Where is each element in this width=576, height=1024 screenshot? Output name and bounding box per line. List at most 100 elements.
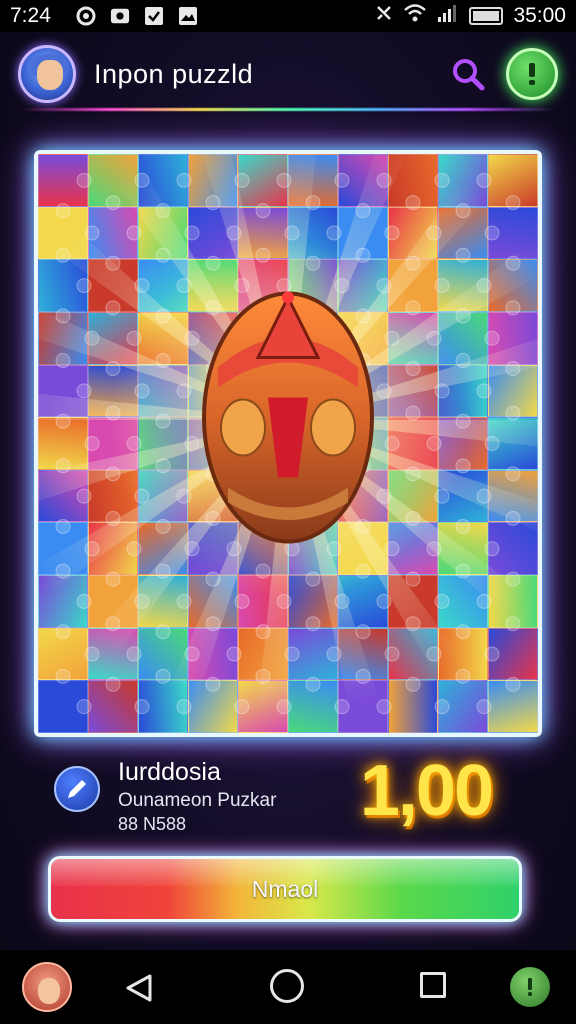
puzzle-knob [255, 563, 271, 579]
action-button[interactable]: Nmaol [48, 856, 522, 922]
puzzle-knob [55, 247, 71, 263]
puzzle-knob [426, 646, 442, 662]
puzzle-knob [405, 405, 421, 421]
puzzle-knob [305, 255, 321, 271]
puzzle-knob [176, 172, 192, 188]
puzzle-knob [505, 571, 521, 587]
puzzle-knob [455, 563, 471, 579]
puzzle-knob [505, 300, 521, 316]
recent-apps-icon[interactable] [420, 972, 446, 998]
puzzle-knob [55, 413, 71, 429]
puzzle-knob [434, 488, 450, 504]
puzzle-knob [155, 624, 171, 640]
puzzle-knob [105, 571, 121, 587]
puzzle-board[interactable] [34, 150, 542, 737]
puzzle-knob [355, 563, 371, 579]
puzzle-knob [426, 330, 442, 346]
status-time: 7:24 [10, 4, 51, 27]
edit-button[interactable] [54, 766, 100, 812]
home-icon[interactable] [270, 969, 304, 1003]
puzzle-knob [376, 488, 392, 504]
puzzle-knob [105, 300, 121, 316]
alert-button[interactable] [506, 48, 558, 100]
puzzle-knob [76, 488, 92, 504]
puzzle-knob [176, 488, 192, 504]
nav-avatar[interactable] [22, 962, 72, 1012]
photo-icon [110, 6, 130, 26]
puzzle-knob [426, 541, 442, 557]
puzzle-knob [505, 676, 521, 692]
puzzle-knob [434, 593, 450, 609]
puzzle-knob [184, 225, 200, 241]
puzzle-knob [476, 383, 492, 399]
puzzle-knob [105, 195, 121, 211]
puzzle-knob [376, 278, 392, 294]
puzzle-knob [334, 593, 350, 609]
pencil-icon [68, 780, 86, 798]
puzzle-knob [84, 436, 100, 451]
puzzle-knob [155, 668, 171, 684]
puzzle-knob [455, 353, 471, 369]
puzzle-knob [55, 518, 71, 534]
image-icon [178, 6, 198, 26]
puzzle-knob [155, 203, 171, 219]
camera-icon [76, 6, 96, 26]
wifi-icon [403, 3, 427, 29]
puzzle-knob [455, 308, 471, 324]
puzzle-knob [226, 225, 242, 241]
puzzle-knob [55, 668, 71, 684]
status-bar: 7:24 35:00 [0, 0, 576, 32]
puzzle-knob [55, 624, 71, 640]
puzzle-knob [234, 172, 250, 188]
puzzle-knob [134, 172, 150, 188]
puzzle-knob [234, 593, 250, 609]
puzzle-knob [476, 699, 492, 715]
puzzle-knob [105, 676, 121, 692]
puzzle-knob [355, 624, 371, 640]
puzzle-knob [484, 541, 500, 557]
page-title: Inpon puzzld [94, 58, 254, 89]
back-button[interactable] [124, 972, 154, 1009]
puzzle-knob [334, 699, 350, 715]
puzzle-knob [105, 405, 121, 421]
puzzle-knob [255, 624, 271, 640]
puzzle-knob [355, 668, 371, 684]
avatar[interactable] [18, 45, 76, 103]
puzzle-knob [505, 616, 521, 632]
puzzle-subtitle: Ounameon Puzkar [118, 790, 277, 811]
puzzle-knob [134, 488, 150, 504]
egg-icon[interactable] [198, 288, 378, 553]
puzzle-knob [134, 593, 150, 609]
puzzle-knob [255, 668, 271, 684]
puzzle-knob [476, 278, 492, 294]
search-button[interactable] [448, 54, 488, 94]
avatar-face [37, 60, 63, 90]
puzzle-knob [455, 668, 471, 684]
puzzle-knob [505, 405, 521, 421]
puzzle-knob [76, 699, 92, 715]
puzzle-knob [84, 225, 100, 241]
puzzle-knob [326, 225, 342, 241]
battery-icon [469, 7, 504, 25]
puzzle-knob [255, 247, 271, 263]
puzzle-knob [476, 593, 492, 609]
puzzle-knob [55, 353, 71, 369]
nav-alert-button[interactable] [510, 967, 550, 1007]
puzzle-knob [434, 383, 450, 399]
puzzle-knob [126, 646, 142, 662]
puzzle-knob [155, 247, 171, 263]
puzzle-knob [405, 466, 421, 482]
puzzle-knob [305, 571, 321, 587]
puzzle-knob [276, 699, 292, 715]
puzzle-knob [155, 563, 171, 579]
puzzle-knob [505, 466, 521, 482]
puzzle-knob [334, 172, 350, 188]
puzzle-knob [184, 541, 200, 557]
puzzle-info: Iurddosia Ounameon Puzkar 88 N588 1,00 [0, 750, 576, 850]
puzzle-knob [476, 488, 492, 504]
puzzle-knob [434, 172, 450, 188]
puzzle-knob [455, 458, 471, 474]
mute-icon [375, 3, 393, 29]
puzzle-canvas [38, 154, 538, 733]
puzzle-knob [405, 616, 421, 632]
